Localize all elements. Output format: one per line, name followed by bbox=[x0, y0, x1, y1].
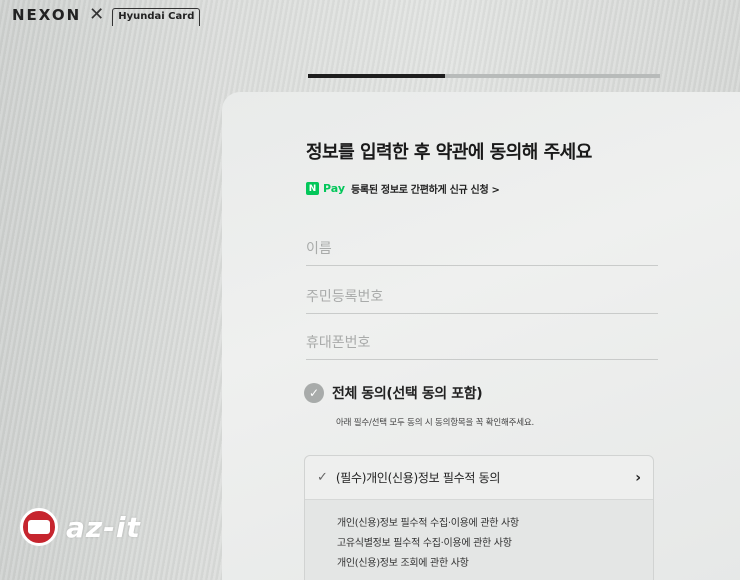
hyundai-card-logo: Hyundai Card bbox=[112, 8, 201, 26]
phone-input[interactable] bbox=[306, 326, 658, 359]
step-progress-bar bbox=[308, 74, 660, 78]
mouth-logo-icon bbox=[20, 508, 58, 546]
required-terms-label: (필수)개인(신용)정보 필수적 동의 bbox=[335, 471, 501, 485]
list-item[interactable]: 개인(신용)정보 필수적 수집·이용에 관한 사항 bbox=[337, 514, 653, 534]
brand-separator: ✕ bbox=[89, 4, 105, 25]
required-terms-box: ✓ (필수)개인(신용)정보 필수적 동의 › 개인(신용)정보 필수적 수집·… bbox=[304, 455, 654, 580]
agree-all-toggle[interactable]: ✓ 전체 동의(선택 동의 포함) bbox=[304, 383, 483, 403]
npay-quick-apply-link[interactable]: N Pay 등록된 정보로 간편하게 신규 신청 > bbox=[306, 181, 500, 196]
required-terms-list: 개인(신용)정보 필수적 수집·이용에 관한 사항 고유식별정보 필수적 수집·… bbox=[305, 500, 653, 580]
name-field bbox=[306, 232, 658, 266]
npay-link-text: 등록된 정보로 간편하게 신규 신청 > bbox=[351, 185, 500, 196]
list-item[interactable]: 고유식별정보 필수적 수집·이용에 관한 사항 bbox=[337, 534, 653, 554]
npay-word: Pay bbox=[323, 182, 346, 195]
rrn-field bbox=[306, 280, 658, 314]
agree-all-note: 아래 필수/선택 모두 동의 시 동의항목을 꼭 확인해주세요. bbox=[336, 418, 534, 428]
check-icon[interactable]: ✓ bbox=[317, 470, 328, 485]
rrn-input[interactable] bbox=[306, 280, 658, 313]
check-icon[interactable]: ✓ bbox=[304, 383, 324, 403]
brand-header: NEXON ✕ Hyundai Card bbox=[12, 2, 201, 28]
npay-icon: N bbox=[306, 182, 319, 195]
page-title: 정보를 입력한 후 약관에 동의해 주세요 bbox=[306, 142, 592, 163]
chevron-right-icon[interactable]: › bbox=[635, 470, 641, 486]
phone-field bbox=[306, 326, 658, 360]
watermark-text: az-it bbox=[66, 510, 141, 544]
list-item[interactable]: 개인(신용)정보 조회에 관한 사항 bbox=[337, 554, 653, 574]
name-input[interactable] bbox=[306, 232, 658, 265]
step-progress-fill bbox=[308, 74, 446, 78]
nexon-logo: NEXON bbox=[12, 6, 82, 24]
required-terms-header[interactable]: ✓ (필수)개인(신용)정보 필수적 동의 › bbox=[305, 456, 653, 500]
watermark: az-it bbox=[20, 508, 141, 546]
teeth-shape bbox=[28, 520, 50, 534]
agree-all-label: 전체 동의(선택 동의 포함) bbox=[332, 386, 483, 402]
